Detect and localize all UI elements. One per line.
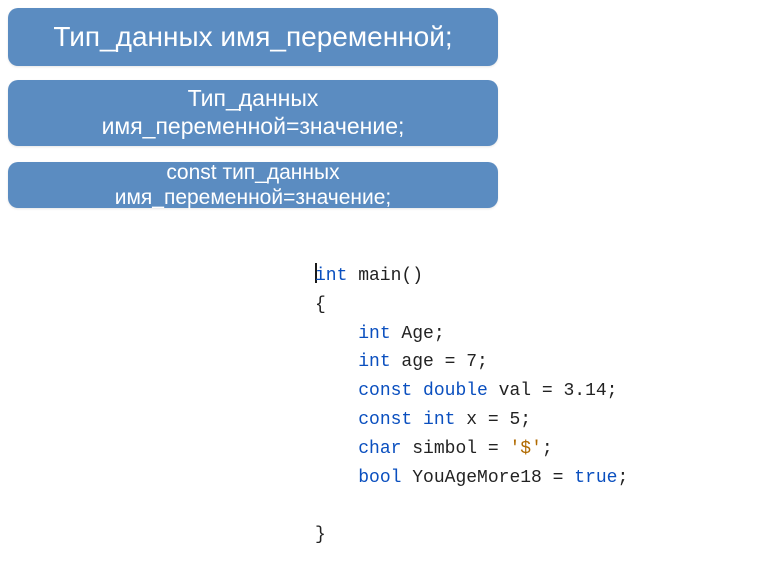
syntax-bubble-const: const тип_данных имя_переменной=значение…: [8, 162, 498, 208]
code-text: Age;: [391, 324, 445, 344]
code-text: val = 3.14;: [488, 381, 618, 401]
code-example: int main() { int Age; int age = 7; const…: [315, 262, 628, 550]
syntax-bubble-initialization: Тип_данных имя_переменной=значение;: [8, 80, 498, 146]
code-text: simbol =: [401, 439, 509, 459]
bubble-text: Тип_данных имя_переменной;: [53, 20, 452, 54]
code-literal: true: [574, 468, 617, 488]
bubble-text-line2: имя_переменной=значение;: [102, 113, 405, 141]
code-keyword: int: [412, 410, 455, 430]
code-keyword: int: [315, 266, 347, 286]
code-keyword: double: [412, 381, 488, 401]
code-text: x = 5;: [455, 410, 531, 430]
code-keyword: const: [358, 410, 412, 430]
bubble-text: const тип_данных имя_переменной=значение…: [28, 160, 478, 210]
code-keyword: int: [358, 352, 390, 372]
code-keyword: const: [358, 381, 412, 401]
code-literal: '$': [509, 439, 541, 459]
code-text: ;: [617, 468, 628, 488]
syntax-bubble-declaration: Тип_данных имя_переменной;: [8, 8, 498, 66]
code-keyword: int: [358, 324, 390, 344]
code-keyword: bool: [358, 468, 401, 488]
code-keyword: char: [358, 439, 401, 459]
code-brace: {: [315, 295, 326, 315]
code-text: age = 7;: [391, 352, 488, 372]
code-text: YouAgeMore18 =: [401, 468, 574, 488]
bubble-text-line1: Тип_данных: [188, 85, 319, 113]
code-text: ;: [542, 439, 553, 459]
code-text: main(): [347, 266, 423, 286]
code-brace: }: [315, 525, 326, 545]
